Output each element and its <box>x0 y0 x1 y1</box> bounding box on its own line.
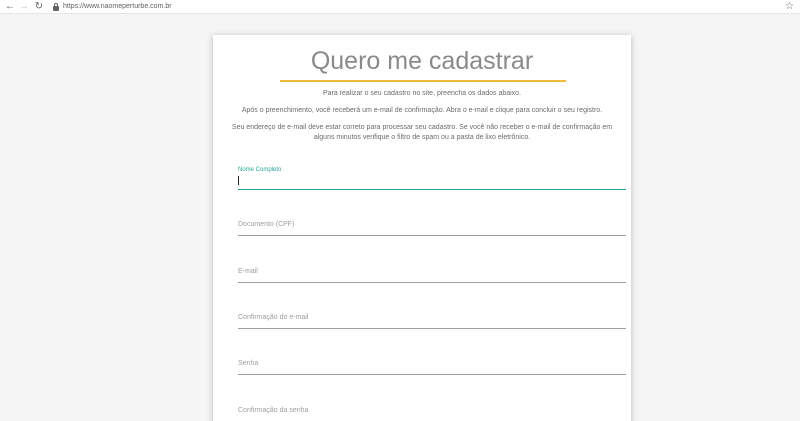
reload-icon[interactable]: ↻ <box>33 1 45 13</box>
password-input[interactable] <box>238 353 626 375</box>
url-text[interactable]: https://www.naomeperturbe.com.br <box>63 1 172 13</box>
email-confirm-underline <box>238 328 626 329</box>
back-arrow-icon[interactable]: ← <box>4 1 16 13</box>
email-field[interactable]: E-mail <box>238 261 626 283</box>
cpf-underline <box>238 235 626 236</box>
forward-arrow-icon[interactable]: → <box>18 1 30 13</box>
password-field[interactable]: Senha <box>238 353 626 375</box>
full-name-underline <box>238 189 626 190</box>
intro-text-2: Após o preenchimento, você receberá um e… <box>241 107 603 114</box>
page-title: Quero me cadastrar <box>310 47 534 75</box>
cpf-field[interactable]: Documento (CPF) <box>238 214 626 236</box>
bookmark-star-icon[interactable]: ☆ <box>785 1 794 13</box>
email-confirm-field[interactable]: Confirmação do e-mail <box>238 307 626 329</box>
signup-card: Quero me cadastrar Para realizar o seu c… <box>213 35 631 421</box>
email-confirm-input[interactable] <box>238 307 626 329</box>
full-name-input[interactable] <box>238 168 626 190</box>
password-confirm-input[interactable] <box>238 400 626 421</box>
browser-toolbar: ← → ↻ https://www.naomeperturbe.com.br ☆ <box>0 0 800 14</box>
intro-text-3: Seu endereço de e-mail deve estar corret… <box>231 124 613 141</box>
cpf-input[interactable] <box>238 214 626 236</box>
full-name-field[interactable]: Nome Completo <box>238 167 626 190</box>
password-underline <box>238 374 626 375</box>
lock-icon <box>53 3 59 11</box>
title-underline <box>280 80 566 82</box>
password-confirm-field[interactable]: Confirmação da senha <box>238 400 626 421</box>
email-input[interactable] <box>238 261 626 283</box>
email-underline <box>238 282 626 283</box>
text-cursor <box>238 176 239 185</box>
intro-text-1: Para realizar o seu cadastro no site, pr… <box>322 90 522 97</box>
address-bar[interactable]: https://www.naomeperturbe.com.br <box>50 1 770 13</box>
